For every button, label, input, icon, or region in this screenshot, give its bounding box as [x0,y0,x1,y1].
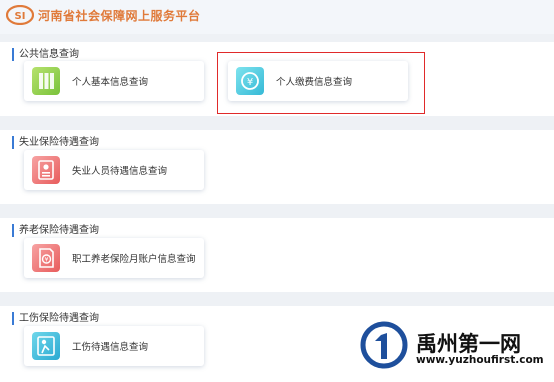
svg-text:SI: SI [15,11,26,22]
card-pension-account-info[interactable]: ¥ 职工养老保险月账户信息查询 [24,238,204,278]
card-work-injury-benefit-info[interactable]: 工伤待遇信息查询 [24,326,204,366]
card-label: 工伤待遇信息查询 [72,342,149,353]
yen-document-icon: ¥ [32,244,60,272]
section-pension: 养老保险待遇查询 ¥ 职工养老保险月账户信息查询 [0,218,554,292]
card-label: 职工养老保险月账户信息查询 [72,254,196,265]
social-insurance-logo-icon: SI [6,5,34,25]
card-label: 个人基本信息查询 [72,77,149,88]
section-title: 养老保险待遇查询 [12,224,99,237]
document-grid-icon [32,67,60,95]
section-unemployment: 失业保险待遇查询 失业人员待遇信息查询 [0,130,554,204]
section-title: 工伤保险待遇查询 [12,312,99,325]
section-title: 公共信息查询 [12,48,79,61]
card-label: 失业人员待遇信息查询 [72,166,168,177]
person-card-icon [32,156,60,184]
svg-text:¥: ¥ [45,257,49,264]
injured-person-icon [32,332,60,360]
site-title: 河南省社会保障网上服务平台 [38,9,201,23]
card-personal-basic-info[interactable]: 个人基本信息查询 [24,61,204,101]
watermark-logo-icon [360,321,408,369]
watermark-url: www.yuzhoufirst.com [416,354,544,366]
card-unemployment-benefit-info[interactable]: 失业人员待遇信息查询 [24,150,204,190]
section-title: 失业保险待遇查询 [12,136,99,149]
site-header: SI 河南省社会保障网上服务平台 [0,0,554,34]
highlight-box [217,52,425,114]
